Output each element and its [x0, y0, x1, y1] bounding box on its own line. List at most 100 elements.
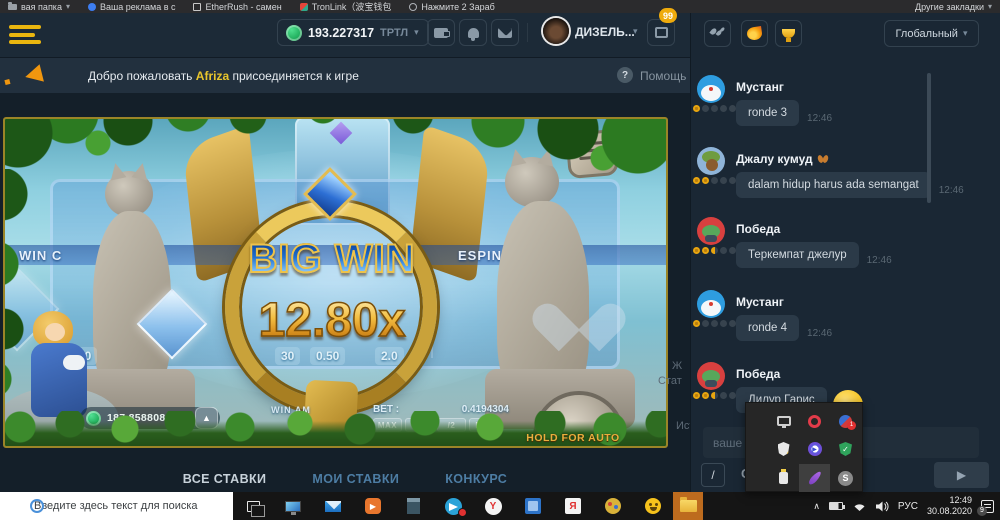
help-icon[interactable]: ? — [617, 67, 633, 83]
avatar[interactable] — [697, 147, 725, 175]
win-amount-block: WIN AM 0 — [253, 405, 329, 427]
bookmark-item[interactable]: TronLink（波宝钱包 — [300, 0, 392, 13]
bet-half-button[interactable]: /2 — [437, 418, 466, 432]
bet-max-button[interactable]: MAX — [373, 418, 402, 432]
fireball-button[interactable] — [741, 20, 768, 47]
avatar[interactable] — [697, 362, 725, 390]
rain-button[interactable] — [704, 20, 731, 47]
side-panel-labels: Ж Стат Ист — [656, 350, 690, 440]
contest-button[interactable] — [775, 20, 802, 47]
taskbar-search-box[interactable]: Введите здесь текст для поиска — [0, 492, 233, 520]
wifi-icon[interactable] — [852, 501, 867, 512]
taskbar-clock[interactable]: 12:49 30.08.2020 — [927, 495, 972, 518]
freespin-label: ESPIN — [458, 248, 502, 263]
tray-player-icon[interactable]: ▶ — [799, 435, 830, 463]
taskbar-video-icon[interactable]: ▶ — [353, 492, 393, 520]
tray-display-icon[interactable] — [768, 407, 799, 435]
battery-icon[interactable] — [829, 502, 843, 510]
taskbar-photos-icon[interactable] — [513, 492, 553, 520]
clock-date: 30.08.2020 — [927, 506, 972, 516]
win-amount-label: WIN AM — [253, 405, 329, 415]
send-message-button[interactable]: ▶ — [934, 462, 989, 488]
taskbar-computer-icon[interactable] — [273, 492, 313, 520]
windows-taskbar: Введите здесь текст для поиска ▶ Y Я ∧ Р… — [0, 492, 1000, 520]
tab-all-bets[interactable]: ВСЕ СТАВКИ — [183, 472, 267, 486]
chat-toggle-button[interactable] — [647, 19, 675, 46]
tray-opera-icon[interactable] — [799, 407, 830, 435]
bookmark-item[interactable]: Ваша реклама в с — [88, 2, 176, 12]
cortana-icon — [30, 499, 44, 513]
chat-username[interactable]: Мустанг — [736, 75, 1000, 94]
chat-commands-button[interactable]: / — [701, 463, 725, 487]
desktop-screen: вая папка ▾ Ваша реклама в с EtherRush -… — [0, 0, 1000, 520]
notifications-button[interactable] — [459, 19, 487, 46]
help-label[interactable]: Помощь — [640, 69, 686, 83]
taskbar-yandex-icon[interactable]: Я — [553, 492, 593, 520]
messages-button[interactable] — [491, 19, 519, 46]
task-view-button[interactable] — [233, 492, 273, 520]
avatar[interactable] — [697, 290, 725, 318]
other-bookmarks-label: Другие закладки — [915, 2, 984, 12]
language-indicator[interactable]: РУС — [898, 501, 918, 512]
menu-hamburger-button[interactable] — [9, 25, 41, 44]
tray-expand-chevron[interactable]: ∧ — [813, 501, 820, 512]
taskbar-telegram-icon[interactable] — [433, 492, 473, 520]
tray-antivirus-icon[interactable]: ✓ — [830, 435, 861, 463]
tray-defender-icon[interactable] — [768, 435, 799, 463]
chat-username[interactable]: Победа — [736, 217, 1000, 236]
taskbar-emoji-app-icon[interactable] — [633, 492, 673, 520]
bet-value: 0.4194304 — [462, 404, 509, 415]
taskbar-explorer-icon[interactable] — [673, 492, 703, 520]
favicon — [88, 3, 96, 11]
tray-app-icon[interactable]: 1 — [830, 407, 861, 435]
tab-my-bets[interactable]: МОИ СТАВКИ — [312, 472, 399, 486]
bet-double-button[interactable]: X2 — [405, 418, 434, 432]
butterfly-emoji-icon — [818, 155, 828, 163]
search-placeholder-text: Введите здесь текст для поиска — [34, 500, 198, 512]
currency-label: ТРТЛ — [380, 27, 408, 39]
bookmark-item[interactable]: EtherRush - самен — [193, 2, 281, 12]
announcement-text: Добро пожаловать Afriza присоединяется к… — [88, 69, 359, 83]
announcement-suffix: присоединяется к игре — [229, 69, 359, 83]
system-tray-flyout: 1 ▶ ✓ S — [745, 402, 863, 492]
chat-bubble: ronde 4 — [736, 315, 799, 341]
other-bookmarks-button[interactable]: Другие закладки ▾ — [915, 2, 992, 12]
chat-username[interactable]: Джалу кумуд — [736, 147, 1000, 166]
chat-channel-selector[interactable]: Глобальный ▾ — [884, 20, 979, 47]
avatar[interactable] — [697, 217, 725, 245]
chat-username[interactable]: Победа — [736, 362, 1000, 381]
notification-count-badge: 9 — [977, 506, 987, 516]
game-balance-value: 187.858808 — [107, 412, 165, 424]
favicon — [300, 3, 308, 11]
volume-icon[interactable] — [876, 501, 889, 512]
bet-min-button[interactable]: MIN — [469, 418, 498, 432]
taskbar-yandex-browser-icon[interactable]: Y — [473, 492, 513, 520]
game-menu-button[interactable] — [565, 129, 619, 179]
chevron-down-icon: ▾ — [414, 27, 419, 38]
girl-arm — [63, 355, 85, 370]
action-center-icon[interactable]: 9 — [981, 500, 994, 513]
bookmark-folder[interactable]: вая папка ▾ — [8, 2, 70, 12]
user-avatar[interactable] — [543, 18, 569, 44]
taskbar-paint-icon[interactable] — [593, 492, 633, 520]
side-label: Стат — [658, 375, 682, 387]
username-label[interactable]: ДИЗЕЛЬ... — [575, 25, 635, 39]
chevron-down-icon: ▾ — [633, 26, 638, 37]
tab-contest[interactable]: КОНКУРС — [445, 472, 507, 486]
tray-skype-icon[interactable]: S — [830, 464, 861, 492]
wallet-button[interactable] — [427, 19, 455, 46]
taskbar-mail-icon[interactable] — [313, 492, 353, 520]
balance-selector[interactable]: 193.227317 ТРТЛ ▾ — [277, 19, 429, 46]
chat-scrollbar[interactable] — [927, 73, 931, 203]
bookmark-item[interactable]: Нажмите 2 Зараб — [409, 2, 494, 12]
tray-feather-icon[interactable] — [799, 464, 830, 492]
deposit-button[interactable]: ▲ — [195, 407, 218, 429]
bell-icon — [468, 28, 479, 38]
taskbar-calculator-icon[interactable] — [393, 492, 433, 520]
side-label: Ист — [676, 420, 690, 432]
system-tray: ∧ РУС 12:49 30.08.2020 9 — [813, 495, 1000, 518]
chat-username[interactable]: Мустанг — [736, 290, 1000, 309]
bet-block: BET : 0.4194304 MAX X2 /2 MIN — [373, 404, 509, 432]
avatar[interactable] — [697, 75, 725, 103]
tray-device-icon[interactable] — [768, 464, 799, 492]
